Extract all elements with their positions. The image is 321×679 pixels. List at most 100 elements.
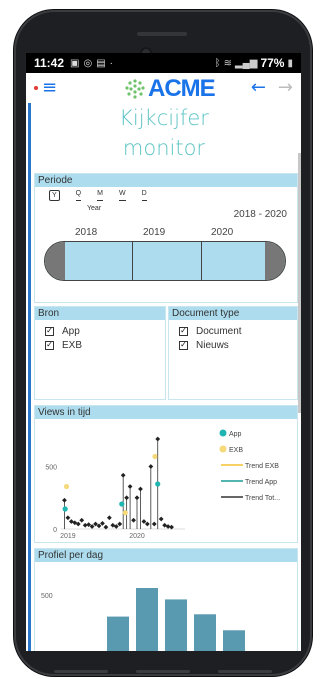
slider-handle-left[interactable] [45,242,65,280]
title-line-2: monitor [122,136,206,160]
nav-arrows: ← → [251,77,293,98]
legend-label: Trend EXB [245,463,279,470]
y-tick-label: 0 [53,527,57,534]
bron-item-label: App [62,325,80,337]
profiel-bar [223,630,245,651]
doctype-item-nieuws[interactable]: ✓ Nieuws [179,338,297,352]
views-panel: Views in tijd 0 500 2019 2020 App EXB Trend EX… [34,405,298,543]
data-point-total [62,497,67,503]
profiel-panel: Profiel per dag 500 [34,548,298,651]
screen: 11:42 ▣ ◎ ▤ · ᛒ ≋ ▂▄▆ 77% ▮ ≡ ACME ← → K… [26,53,301,651]
checkbox-icon[interactable]: ✓ [45,340,54,350]
period-range-text: 2018 - 2020 [233,209,287,220]
bron-item-app[interactable]: ✓ App [45,324,165,338]
wifi-icon: ≋ [223,57,232,69]
views-header: Views in tijd [35,406,297,419]
logo-text: ACME [148,75,216,102]
views-chart[interactable]: 0 500 2019 2020 App EXB Trend EXB Trend App Tren… [35,419,297,541]
status-separator: · [109,57,114,69]
x-tick-label: 2019 [60,533,76,540]
period-option-q[interactable]: Q [75,190,82,201]
doctype-item-label: Document [196,325,242,337]
data-point-total [124,495,130,501]
data-point-exb [122,510,128,516]
report-canvas[interactable]: Kijkcijfer monitor Periode Y Q M W D Yea… [26,103,301,651]
y-tick-label: 500 [41,593,53,600]
periode-panel: Periode Y Q M W D Year 2018 - 2020 2018 … [34,173,298,303]
bron-item-label: EXB [62,339,83,351]
bottom-bezel-line [218,670,272,673]
slider-divider [201,242,202,280]
checkbox-icon[interactable]: ✓ [179,326,188,336]
year-label-2019: 2019 [143,227,166,238]
data-point-total [65,515,71,521]
period-option-y[interactable]: Y [49,190,60,201]
data-point-total [117,521,123,527]
doctype-item-label: Nieuws [196,339,229,351]
data-point-total [144,521,150,527]
document-type-panel: Document type ✓ Document ✓ Nieuws [168,306,298,400]
checkbox-icon[interactable]: ✓ [179,340,188,350]
speaker-grille [137,32,187,36]
period-option-d[interactable]: D [141,190,147,201]
hamburger-icon[interactable]: ≡ [42,79,57,97]
y-tick-label: 500 [45,465,57,472]
acme-logo: ACME [124,75,216,103]
data-point-total [127,484,133,489]
x-tick-label: 2020 [129,533,145,540]
profiel-chart[interactable]: 500 [35,562,297,651]
report-left-border [28,103,31,651]
data-point-app [155,481,161,487]
whatsapp-icon: ◎ [83,57,93,69]
profiel-header: Profiel per dag [35,549,297,562]
bottom-bezel-line [136,670,190,673]
document-type-header: Document type [169,307,297,320]
logo-mark-icon [125,79,145,99]
image-icon: ▣ [70,57,80,69]
data-point-total [106,515,112,521]
profiel-bar [194,614,216,651]
legend-marker [219,445,227,453]
period-selector: Y Q M W D [49,190,147,201]
period-granularity-label: Year [87,205,102,212]
battery-level: 77% [260,56,285,70]
data-point-total [155,436,161,442]
profiel-bar [136,588,158,651]
nfc-icon: ᛒ [214,57,221,69]
legend-label: EXB [229,447,243,454]
message-icon: ▤ [96,57,106,69]
arrow-right-icon[interactable]: → [278,77,293,98]
bottom-bezel-line [54,670,108,673]
doctype-item-document[interactable]: ✓ Document [179,324,297,338]
bron-header: Bron [35,307,165,320]
data-point-total [134,495,140,501]
periode-header: Periode [35,174,297,187]
report-title: Kijkcijfer monitor [34,103,294,163]
status-bar: 11:42 ▣ ◎ ▤ · ᛒ ≋ ▂▄▆ 77% ▮ [26,53,301,73]
data-point-total [148,464,154,469]
data-point-total [131,517,136,523]
data-point-exb [63,483,70,490]
data-point-total [141,519,147,524]
timeline-slider[interactable] [44,241,286,281]
report-scrollbar[interactable] [298,153,301,413]
status-right: ᛒ ≋ ▂▄▆ 77% ▮ [215,56,293,70]
status-time: 11:42 [34,56,65,70]
title-line-1: Kijkcijfer [119,106,209,130]
year-label-2020: 2020 [211,227,234,238]
checkbox-icon[interactable]: ✓ [45,326,54,336]
bron-panel: Bron ✓ App ✓ EXB [34,306,166,400]
battery-icon: ▮ [287,57,293,69]
bron-item-exb[interactable]: ✓ EXB [45,338,165,352]
year-label-2018: 2018 [75,227,98,238]
period-option-w[interactable]: W [118,190,126,201]
arrow-left-icon[interactable]: ← [251,77,266,98]
legend-label: Trend App [245,479,277,486]
period-option-m[interactable]: M [97,190,103,201]
year-labels: 2018 2019 2020 [35,227,275,239]
profiel-bar [165,599,187,651]
profiel-bar [107,616,129,651]
slider-handle-right[interactable] [265,242,285,280]
data-point-app [62,506,68,512]
data-point-total [79,517,85,523]
